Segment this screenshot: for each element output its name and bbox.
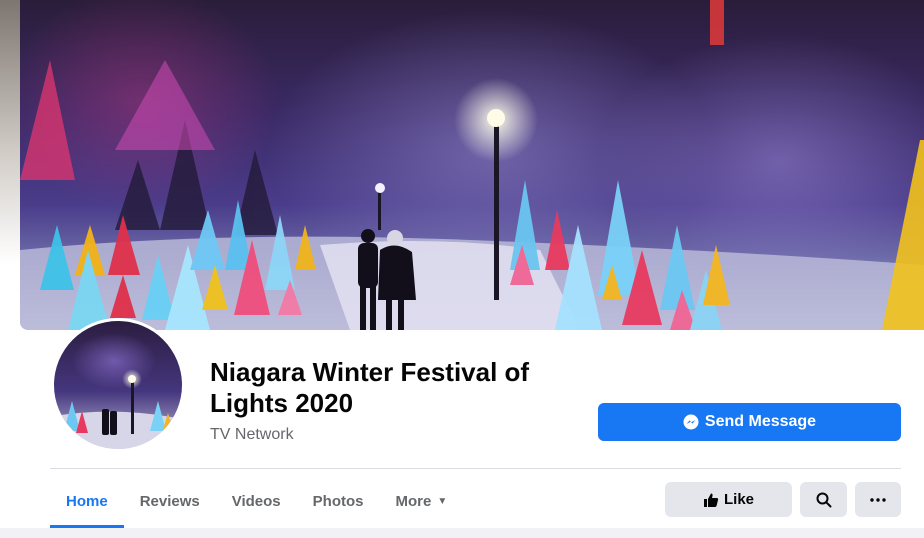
like-button[interactable]: Like xyxy=(665,482,792,517)
tab-videos[interactable]: Videos xyxy=(216,476,297,526)
search-button[interactable] xyxy=(800,482,847,517)
tab-more[interactable]: More ▼ xyxy=(380,476,464,526)
page-category[interactable]: TV Network xyxy=(210,426,294,444)
tab-home-label: Home xyxy=(66,492,108,510)
messenger-icon xyxy=(683,414,699,430)
ellipsis-icon xyxy=(870,497,886,502)
cover-photo[interactable] xyxy=(20,0,924,330)
tab-home[interactable]: Home xyxy=(50,476,124,528)
tab-reviews[interactable]: Reviews xyxy=(124,476,216,526)
tab-more-label: More xyxy=(395,492,432,510)
tab-reviews-label: Reviews xyxy=(139,492,200,510)
search-icon xyxy=(816,492,831,507)
tab-videos-label: Videos xyxy=(231,492,281,510)
thumbs-up-icon xyxy=(703,493,719,507)
page-tabs: Home Reviews Videos Photos More ▼ xyxy=(50,476,464,528)
left-edge-shadow xyxy=(0,0,20,330)
caret-down-icon: ▼ xyxy=(437,495,448,507)
header-divider xyxy=(50,468,901,469)
more-options-button[interactable] xyxy=(855,482,901,517)
tab-photos-label: Photos xyxy=(312,492,364,510)
profile-picture-image xyxy=(54,321,182,449)
send-message-button[interactable]: Send Message xyxy=(598,403,901,441)
tab-photos[interactable]: Photos xyxy=(297,476,380,526)
profile-picture[interactable] xyxy=(51,318,185,452)
like-label: Like xyxy=(723,491,754,508)
cover-photo-art xyxy=(20,0,924,330)
page-background-strip xyxy=(0,528,924,538)
page-title: Niagara Winter Festival of Lights 2020 xyxy=(210,357,530,418)
send-message-label: Send Message xyxy=(704,413,817,430)
